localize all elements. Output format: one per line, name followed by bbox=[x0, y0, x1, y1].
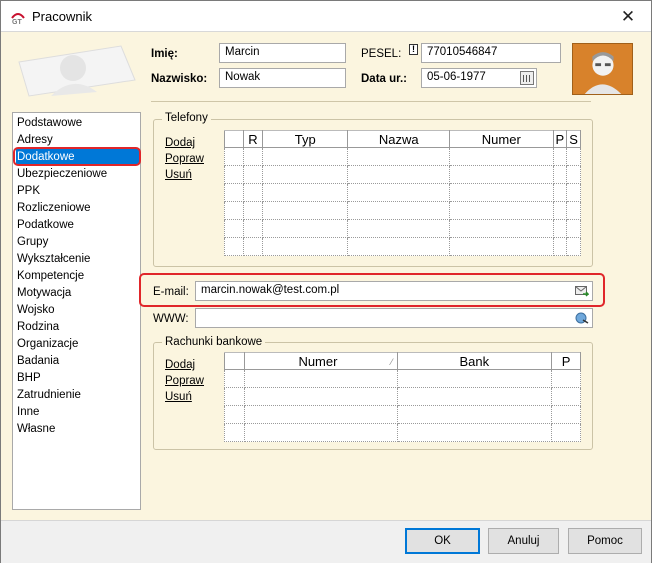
pesel-field[interactable]: 77010546847 bbox=[421, 43, 561, 63]
col-header-numer[interactable]: Numer bbox=[449, 130, 554, 148]
col-header-numer-label: Numer bbox=[298, 353, 338, 369]
sidebar-item-zatrudnienie[interactable]: Zatrudnienie bbox=[16, 387, 81, 403]
sidebar-item-bhp[interactable]: BHP bbox=[16, 370, 41, 386]
sidebar-item-wlasne[interactable]: Własne bbox=[16, 421, 55, 437]
col-header-blank bbox=[224, 352, 245, 370]
employee-dialog: GT Pracownik ✕ Imię: Marcin Nazwisko: No… bbox=[0, 0, 652, 563]
sidebar-item-podstawowe[interactable]: Podstawowe bbox=[16, 115, 82, 131]
col-header-blank bbox=[224, 130, 244, 148]
window-title: Pracownik bbox=[32, 9, 92, 24]
table-row[interactable] bbox=[224, 165, 581, 184]
birth-date-field[interactable]: 05-06-1977 bbox=[421, 68, 537, 88]
sidebar-item-inne[interactable]: Inne bbox=[16, 404, 39, 420]
app-logo-icon: GT bbox=[11, 13, 25, 25]
sidebar-item-dodatkowe[interactable]: Dodatkowe bbox=[16, 149, 139, 165]
title-bar: GT Pracownik ✕ bbox=[1, 1, 651, 32]
bank-table-header: Numer ⁄ Bank P bbox=[224, 352, 581, 370]
table-row[interactable] bbox=[224, 219, 581, 238]
cancel-button[interactable]: Anuluj bbox=[488, 528, 559, 554]
col-header-p[interactable]: P bbox=[552, 130, 568, 148]
phones-table[interactable]: R Typ Nazwa Numer P S bbox=[224, 130, 581, 256]
col-header-bank[interactable]: Bank bbox=[396, 352, 553, 370]
calendar-icon[interactable] bbox=[520, 71, 534, 85]
sidebar-item-rodzina[interactable]: Rodzina bbox=[16, 319, 59, 335]
table-row[interactable] bbox=[224, 183, 581, 202]
sidebar-item-grupy[interactable]: Grupy bbox=[16, 234, 48, 250]
first-name-field[interactable]: Marcin bbox=[219, 43, 346, 63]
col-header-p[interactable]: P bbox=[551, 352, 581, 370]
email-label: E-mail: bbox=[153, 286, 189, 298]
bank-delete-link[interactable]: Usuń bbox=[165, 391, 192, 403]
send-email-icon[interactable] bbox=[575, 285, 589, 297]
bank-edit-link[interactable]: Popraw bbox=[165, 375, 204, 387]
section-list: Podstawowe Adresy Dodatkowe Ubezpieczeni… bbox=[12, 112, 141, 510]
col-header-s[interactable]: S bbox=[566, 130, 581, 148]
www-label: WWW: bbox=[153, 313, 189, 325]
phones-edit-link[interactable]: Popraw bbox=[165, 153, 204, 165]
table-row[interactable] bbox=[224, 147, 581, 166]
bank-add-link[interactable]: Dodaj bbox=[165, 359, 195, 371]
phones-table-header: R Typ Nazwa Numer P S bbox=[224, 130, 581, 148]
ok-button[interactable]: OK bbox=[405, 528, 480, 554]
employee-photo-placeholder-icon bbox=[11, 40, 139, 98]
close-button[interactable]: ✕ bbox=[609, 1, 647, 32]
phones-add-link[interactable]: Dodaj bbox=[165, 137, 195, 149]
last-name-field[interactable]: Nowak bbox=[219, 68, 346, 88]
bank-accounts-table[interactable]: Numer ⁄ Bank P bbox=[224, 352, 581, 442]
first-name-label: Imię: bbox=[151, 48, 178, 60]
email-value: marcin.nowak@test.com.pl bbox=[201, 284, 340, 296]
help-button[interactable]: Pomoc bbox=[568, 528, 642, 554]
last-name-label: Nazwisko: bbox=[151, 73, 208, 85]
birth-date-label: Data ur.: bbox=[361, 73, 408, 85]
phones-delete-link[interactable]: Usuń bbox=[165, 169, 192, 181]
birth-date-value: 05-06-1977 bbox=[427, 71, 486, 83]
pesel-label: PESEL: bbox=[361, 48, 402, 60]
sort-icon: ⁄ bbox=[390, 356, 393, 367]
sidebar-item-wojsko[interactable]: Wojsko bbox=[16, 302, 55, 318]
sidebar-item-ppk[interactable]: PPK bbox=[16, 183, 40, 199]
phones-group-title: Telefony bbox=[162, 112, 211, 124]
open-website-icon[interactable] bbox=[575, 312, 589, 324]
header-separator bbox=[151, 101, 591, 102]
sidebar-item-kompetencje[interactable]: Kompetencje bbox=[16, 268, 84, 284]
email-field[interactable]: marcin.nowak@test.com.pl bbox=[195, 281, 593, 301]
sidebar-item-badania[interactable]: Badania bbox=[16, 353, 59, 369]
table-row[interactable] bbox=[224, 369, 581, 388]
sidebar-item-ubezpieczeniowe[interactable]: Ubezpieczeniowe bbox=[16, 166, 107, 182]
sidebar-item-motywacja[interactable]: Motywacja bbox=[16, 285, 71, 301]
svg-text:GT: GT bbox=[12, 19, 22, 25]
table-row[interactable] bbox=[224, 201, 581, 220]
table-row[interactable] bbox=[224, 387, 581, 406]
sidebar-item-podatkowe[interactable]: Podatkowe bbox=[16, 217, 74, 233]
www-field[interactable] bbox=[195, 308, 593, 328]
pesel-warning-icon: ! bbox=[409, 44, 418, 55]
col-header-nazwa[interactable]: Nazwa bbox=[347, 130, 451, 148]
col-header-numer[interactable]: Numer ⁄ bbox=[243, 352, 398, 370]
sidebar-item-wyksztalcenie[interactable]: Wykształcenie bbox=[16, 251, 90, 267]
col-header-r[interactable]: R bbox=[242, 130, 264, 148]
table-row[interactable] bbox=[224, 237, 581, 256]
sidebar-item-organizacje[interactable]: Organizacje bbox=[16, 336, 78, 352]
bank-accounts-group-title: Rachunki bankowe bbox=[162, 336, 266, 348]
sidebar-item-adresy[interactable]: Adresy bbox=[16, 132, 53, 148]
sidebar-item-rozliczeniowe[interactable]: Rozliczeniowe bbox=[16, 200, 91, 216]
table-row[interactable] bbox=[224, 423, 581, 442]
table-row[interactable] bbox=[224, 405, 581, 424]
employee-avatar-icon bbox=[572, 43, 633, 95]
col-header-typ[interactable]: Typ bbox=[262, 130, 349, 148]
